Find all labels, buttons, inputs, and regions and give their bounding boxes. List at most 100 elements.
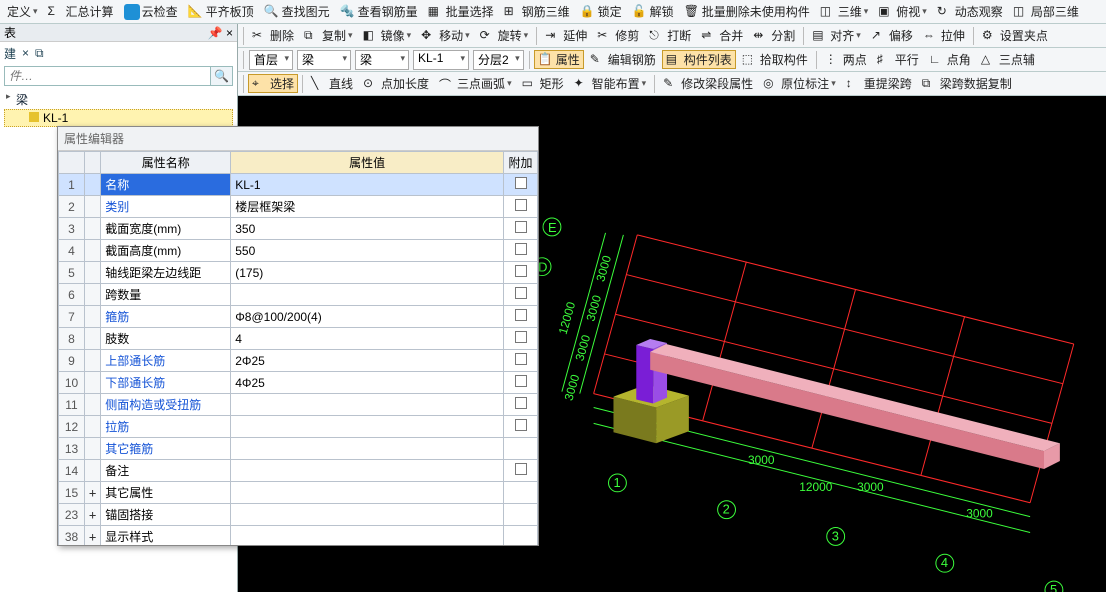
checkbox-icon[interactable] bbox=[515, 265, 527, 277]
checkbox-icon[interactable] bbox=[515, 309, 527, 321]
two-point-button[interactable]: ⋮两点 bbox=[821, 50, 871, 69]
property-row[interactable]: 5轴线距梁左边线距(175) bbox=[59, 262, 538, 284]
property-row[interactable]: 38+显示样式 bbox=[59, 526, 538, 546]
property-row[interactable]: 23+锚固搭接 bbox=[59, 504, 538, 526]
floor-select[interactable]: 首层 bbox=[249, 50, 293, 70]
arc3-tool[interactable]: ⌒三点画弧 bbox=[435, 74, 516, 93]
row-extra[interactable] bbox=[504, 284, 538, 306]
checkbox-icon[interactable] bbox=[515, 419, 527, 431]
batch-select-button[interactable]: ▦批量选择 bbox=[424, 2, 498, 21]
rect-tool[interactable]: ▭矩形 bbox=[518, 74, 568, 93]
row-extra[interactable] bbox=[504, 482, 538, 504]
checkbox-icon[interactable] bbox=[515, 243, 527, 255]
define-button[interactable]: 定义 bbox=[3, 2, 42, 21]
property-row[interactable]: 11侧面构造或受扭筋 bbox=[59, 394, 538, 416]
row-value[interactable] bbox=[231, 504, 504, 526]
left-copy-icon[interactable]: × bbox=[22, 46, 29, 60]
instance-select[interactable]: KL-1 bbox=[413, 50, 469, 70]
offset-button[interactable]: ↗偏移 bbox=[867, 26, 917, 45]
row-value[interactable] bbox=[231, 284, 504, 306]
row-expand[interactable]: + bbox=[85, 504, 101, 526]
property-row[interactable]: 13其它箍筋 bbox=[59, 438, 538, 460]
checkbox-icon[interactable] bbox=[515, 287, 527, 299]
del-button[interactable]: ✂删除 bbox=[248, 26, 298, 45]
row-name[interactable]: 拉筋 bbox=[101, 416, 231, 438]
component-list-button[interactable]: ▤构件列表 bbox=[662, 50, 736, 69]
parallel-button[interactable]: ♯平行 bbox=[873, 50, 923, 69]
checkbox-icon[interactable] bbox=[515, 177, 527, 189]
corner-button[interactable]: ∟点角 bbox=[925, 50, 975, 69]
break-button[interactable]: ⎋打断 bbox=[645, 26, 695, 45]
find-element-button[interactable]: 🔍查找图元 bbox=[260, 2, 334, 21]
row-value[interactable] bbox=[231, 482, 504, 504]
local3d-button[interactable]: ◫局部三维 bbox=[1009, 2, 1083, 21]
row-extra[interactable] bbox=[504, 460, 538, 482]
property-row[interactable]: 15+其它属性 bbox=[59, 482, 538, 504]
edit-rebar-button[interactable]: ✎编辑钢筋 bbox=[586, 50, 660, 69]
orbit-button[interactable]: ↻动态观察 bbox=[933, 2, 1007, 21]
tree-leaf-kl1[interactable]: KL-1 bbox=[4, 109, 233, 127]
relift-button[interactable]: ↕重提梁跨 bbox=[842, 74, 916, 93]
line-tool[interactable]: ╲直线 bbox=[307, 74, 357, 93]
checkbox-icon[interactable] bbox=[515, 353, 527, 365]
rotate-button[interactable]: ⟳旋转 bbox=[476, 26, 533, 45]
property-row[interactable]: 8肢数4 bbox=[59, 328, 538, 350]
row-name[interactable]: 其它箍筋 bbox=[101, 438, 231, 460]
addlen-tool[interactable]: ⊙点加长度 bbox=[359, 74, 433, 93]
row-value[interactable]: Φ8@100/200(4) bbox=[231, 306, 504, 328]
checkbox-icon[interactable] bbox=[515, 397, 527, 409]
row-extra[interactable] bbox=[504, 372, 538, 394]
checkbox-icon[interactable] bbox=[515, 199, 527, 211]
row-extra[interactable] bbox=[504, 262, 538, 284]
cloud-check-button[interactable]: 云检查 bbox=[120, 2, 182, 21]
type-select[interactable]: 梁 bbox=[355, 50, 409, 70]
row-value[interactable] bbox=[231, 438, 504, 460]
row-extra[interactable] bbox=[504, 218, 538, 240]
property-row[interactable]: 12拉筋 bbox=[59, 416, 538, 438]
batch-delete-button[interactable]: 🗑批量删除未使用构件 bbox=[680, 2, 814, 21]
category-select[interactable]: 梁 bbox=[297, 50, 351, 70]
property-row[interactable]: 4截面高度(mm)550 bbox=[59, 240, 538, 262]
attrs-button[interactable]: 📋属性 bbox=[534, 50, 584, 69]
rebar-3d-button[interactable]: ⊞钢筋三维 bbox=[500, 2, 574, 21]
search-input[interactable] bbox=[4, 66, 211, 86]
row-value[interactable]: 350 bbox=[231, 218, 504, 240]
copy-span-button[interactable]: ⧉梁跨数据复制 bbox=[918, 74, 1016, 93]
lock-button[interactable]: 🔒锁定 bbox=[576, 2, 626, 21]
row-expand[interactable]: + bbox=[85, 482, 101, 504]
checkbox-icon[interactable] bbox=[515, 375, 527, 387]
setgrip-button[interactable]: ⚙设置夹点 bbox=[978, 26, 1052, 45]
stretch-button[interactable]: ⇔拉伸 bbox=[919, 26, 969, 45]
row-extra[interactable] bbox=[504, 328, 538, 350]
row-name[interactable]: 下部通长筋 bbox=[101, 372, 231, 394]
property-row[interactable]: 7箍筋Φ8@100/200(4) bbox=[59, 306, 538, 328]
row-value[interactable]: KL-1 bbox=[231, 174, 504, 196]
row-extra[interactable] bbox=[504, 196, 538, 218]
pick-component-button[interactable]: ⬚拾取构件 bbox=[738, 50, 812, 69]
row-extra[interactable] bbox=[504, 416, 538, 438]
row-extra[interactable] bbox=[504, 350, 538, 372]
merge-button[interactable]: ⇌合并 bbox=[697, 26, 747, 45]
row-value[interactable]: 4 bbox=[231, 328, 504, 350]
extend-button[interactable]: ⇥延伸 bbox=[541, 26, 591, 45]
property-row[interactable]: 9上部通长筋2Φ25 bbox=[59, 350, 538, 372]
view3d-button[interactable]: ◫三维 bbox=[816, 2, 873, 21]
row-extra[interactable] bbox=[504, 240, 538, 262]
property-row[interactable]: 10下部通长筋4Φ25 bbox=[59, 372, 538, 394]
view-rebar-qty-button[interactable]: 🔩查看钢筋量 bbox=[336, 2, 422, 21]
trim-button[interactable]: ✂修剪 bbox=[593, 26, 643, 45]
tree-root-beam[interactable]: 梁 bbox=[4, 90, 233, 109]
row-extra[interactable] bbox=[504, 174, 538, 196]
row-extra[interactable] bbox=[504, 504, 538, 526]
orig-mark-button[interactable]: ◎原位标注 bbox=[759, 74, 840, 93]
checkbox-icon[interactable] bbox=[515, 463, 527, 475]
row-value[interactable]: 550 bbox=[231, 240, 504, 262]
flat-slab-button[interactable]: 📐平齐板顶 bbox=[184, 2, 258, 21]
auto-place-tool[interactable]: ✦智能布置 bbox=[570, 74, 651, 93]
row-name[interactable]: 类别 bbox=[101, 196, 231, 218]
sum-button[interactable]: Σ汇总计算 bbox=[44, 2, 118, 21]
edit-span-button[interactable]: ✎修改梁段属性 bbox=[659, 74, 757, 93]
row-value[interactable]: 2Φ25 bbox=[231, 350, 504, 372]
row-value[interactable] bbox=[231, 526, 504, 546]
checkbox-icon[interactable] bbox=[515, 331, 527, 343]
